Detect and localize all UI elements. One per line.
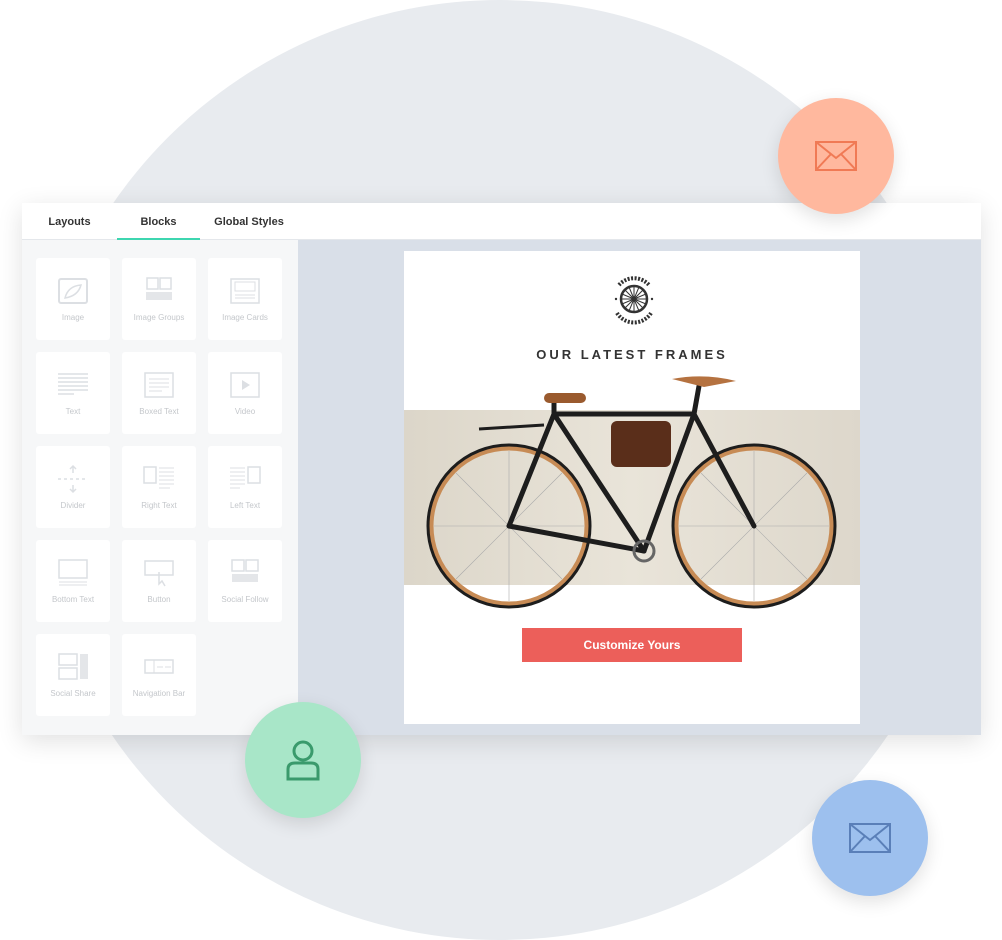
left-text-icon [230, 465, 261, 488]
text-icon [58, 372, 88, 395]
block-social-share[interactable]: Social Share [36, 634, 110, 716]
block-text[interactable]: Text [36, 352, 110, 434]
block-social-follow[interactable]: Social Follow [208, 540, 282, 622]
block-image-cards[interactable]: Image Cards [208, 258, 282, 340]
block-bottom-text[interactable]: Bottom Text [36, 540, 110, 622]
block-image[interactable]: Image [36, 258, 110, 340]
block-image-groups[interactable]: Image Groups [122, 258, 196, 340]
block-label: Bottom Text [51, 594, 95, 604]
block-navigation-bar[interactable]: Navigation Bar [122, 634, 196, 716]
block-label: Social Share [50, 688, 96, 698]
editor-canvas: OUR LATEST FRAMES Customize Yours [298, 240, 981, 735]
block-boxed-text[interactable]: Boxed Text [122, 352, 196, 434]
social-follow-icon [231, 558, 259, 582]
button-icon [144, 559, 174, 586]
block-label: Boxed Text [139, 406, 179, 416]
email-editor-window: Layouts Blocks Global Styles Image Image … [22, 203, 981, 735]
block-label: Image [61, 312, 85, 322]
block-left-text[interactable]: Left Text [208, 446, 282, 528]
email-bubble-blue [812, 780, 928, 896]
bycicles-logo [614, 276, 654, 325]
block-label: Button [147, 594, 171, 604]
block-label: Image Cards [222, 312, 268, 322]
block-label: Divider [60, 500, 86, 510]
image-cards-icon [230, 277, 260, 304]
tab-layouts[interactable]: Layouts [22, 203, 117, 240]
email-preview: OUR LATEST FRAMES Customize Yours [404, 251, 860, 724]
navigation-bar-icon [144, 658, 174, 674]
block-label: Video [234, 406, 256, 416]
image-groups-icon [146, 276, 172, 300]
block-label: Right Text [141, 500, 177, 510]
block-label: Navigation Bar [132, 688, 186, 698]
block-divider[interactable]: Divider [36, 446, 110, 528]
block-label: Left Text [229, 500, 261, 510]
block-label: Text [65, 406, 81, 416]
blocks-sidebar: Image Image Groups Image Cards Text Boxed Te… [22, 240, 298, 735]
email-bubble-orange [778, 98, 894, 214]
user-icon [286, 740, 320, 781]
email-headline: OUR LATEST FRAMES [536, 347, 728, 362]
block-label: Social Follow [221, 594, 269, 604]
image-icon [58, 277, 88, 304]
divider-icon [58, 464, 88, 493]
envelope-icon [815, 141, 857, 171]
tab-global-styles[interactable]: Global Styles [200, 203, 298, 240]
block-label: Image Groups [133, 312, 185, 322]
boxed-text-icon [144, 371, 174, 398]
tab-blocks[interactable]: Blocks [117, 203, 200, 241]
user-bubble-green [245, 702, 361, 818]
block-right-text[interactable]: Right Text [122, 446, 196, 528]
customize-yours-button[interactable]: Customize Yours [522, 628, 742, 662]
envelope-icon [849, 823, 891, 853]
block-button[interactable]: Button [122, 540, 196, 622]
social-share-icon [58, 652, 88, 680]
block-video[interactable]: Video [208, 352, 282, 434]
bicycle-image [426, 376, 837, 609]
right-text-icon [143, 465, 174, 488]
video-icon [230, 371, 260, 398]
bottom-text-icon [58, 558, 88, 585]
